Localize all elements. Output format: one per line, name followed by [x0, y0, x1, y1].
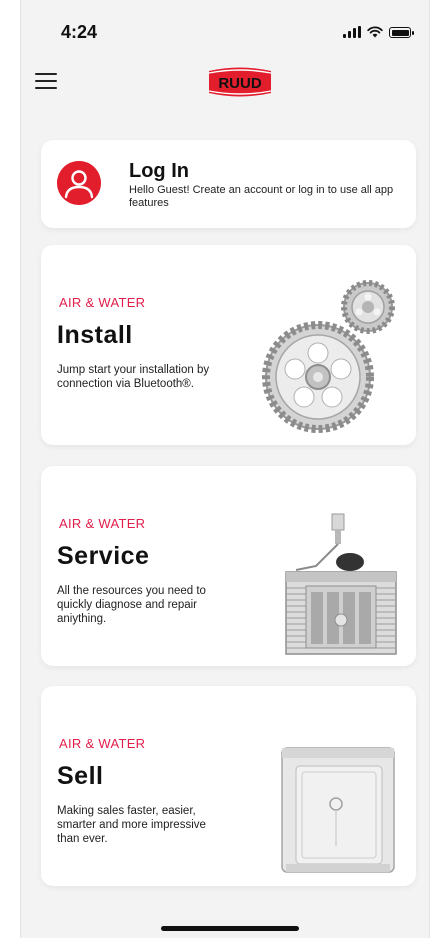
login-card[interactable]: Log In Hello Guest! Create an account or…: [41, 140, 416, 228]
login-title: Log In: [129, 160, 189, 182]
sell-eyebrow: AIR & WATER: [59, 736, 146, 751]
service-title: Service: [57, 542, 150, 570]
status-icons: [343, 26, 414, 38]
wifi-icon: [367, 26, 383, 38]
login-subtitle: Hello Guest! Create an account or log in…: [129, 184, 394, 209]
sell-title: Sell: [57, 762, 104, 790]
install-card[interactable]: AIR & WATER Install Jump start your inst…: [41, 245, 416, 445]
hamburger-menu-icon[interactable]: [35, 68, 63, 94]
user-avatar-icon: [57, 161, 101, 205]
water-heater-cabinet-icon: [281, 747, 395, 873]
service-eyebrow: AIR & WATER: [59, 516, 146, 531]
ruud-logo: RUUD: [208, 67, 272, 97]
service-description: All the resources you need to quickly di…: [57, 585, 206, 625]
sell-description: Making sales faster, easier, smarter and…: [57, 805, 206, 845]
signal-icon: [343, 26, 361, 38]
home-indicator[interactable]: [161, 926, 299, 931]
install-eyebrow: AIR & WATER: [59, 295, 146, 310]
status-time: 4:24: [61, 22, 98, 42]
service-card[interactable]: AIR & WATER Service All the resources yo…: [41, 466, 416, 666]
sell-card[interactable]: AIR & WATER Sell Making sales faster, ea…: [41, 686, 416, 886]
gears-icon: [262, 280, 395, 433]
svg-text:RUUD: RUUD: [218, 75, 261, 92]
hvac-unit-icon: [285, 513, 397, 655]
nav-bar: RUUD: [21, 58, 429, 108]
battery-icon: [389, 27, 414, 38]
app-screen: 4:24 RUUD Log In Hello Guest! Create an …: [20, 0, 430, 938]
status-bar: 4:24: [21, 0, 429, 58]
install-description: Jump start your installation by connecti…: [57, 364, 210, 390]
install-title: Install: [57, 321, 133, 349]
